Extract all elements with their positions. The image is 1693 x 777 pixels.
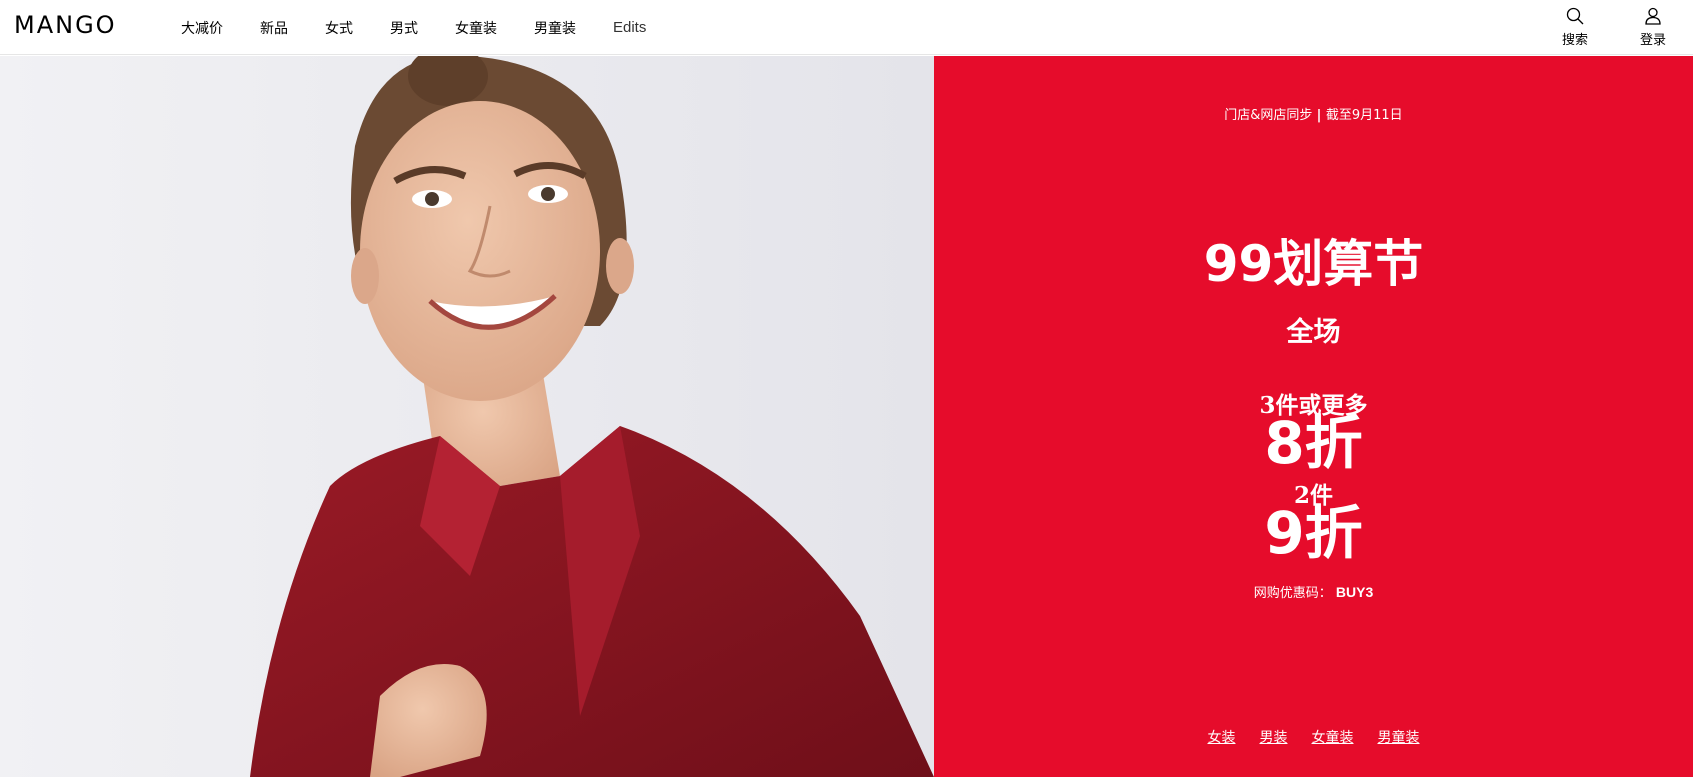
promo-eyebrow-prefix: 门店&网店同步 [1224,108,1313,123]
search-button[interactable]: 搜索 [1562,7,1588,48]
nav-item-boys[interactable]: 男童装 [534,18,576,38]
promo-title: 99划算节 [1203,235,1424,293]
promo-link-women[interactable]: 女装 [1208,727,1236,747]
search-icon [1566,7,1584,25]
nav-item-girls[interactable]: 女童装 [455,18,497,38]
promo-subtitle: 全场 [1286,317,1341,348]
promo-eyebrow: 门店&网店同步 | 截至9月11日 [934,104,1693,123]
hero-image[interactable] [0,56,934,777]
promo-eyebrow-separator: | [1316,108,1326,123]
promo-tier2-value: 9折 [1264,499,1363,567]
promo-link-girls[interactable]: 女童装 [1312,727,1354,747]
promo-tier1-value: 8折 [1264,409,1363,477]
promo-code: 网购优惠码： BUY3 [934,582,1693,601]
login-button[interactable]: 登录 [1640,7,1666,48]
nav-item-new[interactable]: 新品 [260,18,288,38]
search-label: 搜索 [1562,33,1589,48]
promo-code-label: 网购优惠码： [1253,586,1332,601]
promo-panel[interactable]: 门店&网店同步 | 截至9月11日 99划算节 全场 3件或更多 8折 2件 9… [934,56,1693,777]
promo-code-value: BUY3 [1335,584,1374,600]
promo-link-boys[interactable]: 男童装 [1378,727,1420,747]
nav-item-sale[interactable]: 大减价 [181,18,223,38]
login-label: 登录 [1640,33,1667,48]
hero-model-illustration [0,56,934,777]
promo-link-men[interactable]: 男装 [1260,727,1288,747]
user-icon [1645,7,1661,25]
promo-category-links: 女装 男装 女童装 男童装 [934,727,1693,747]
nav-item-women[interactable]: 女式 [325,18,353,38]
site-header: MANGO 大减价 新品 女式 男式 女童装 男童装 Edits 搜索 登录 [0,0,1693,55]
promo-eyebrow-suffix: 截至9月11日 [1325,108,1403,123]
mango-logo[interactable]: MANGO [14,13,117,37]
main-nav: 大减价 新品 女式 男式 女童装 男童装 Edits [181,0,683,55]
nav-item-men[interactable]: 男式 [390,18,418,38]
nav-item-edits[interactable]: Edits [613,19,646,36]
